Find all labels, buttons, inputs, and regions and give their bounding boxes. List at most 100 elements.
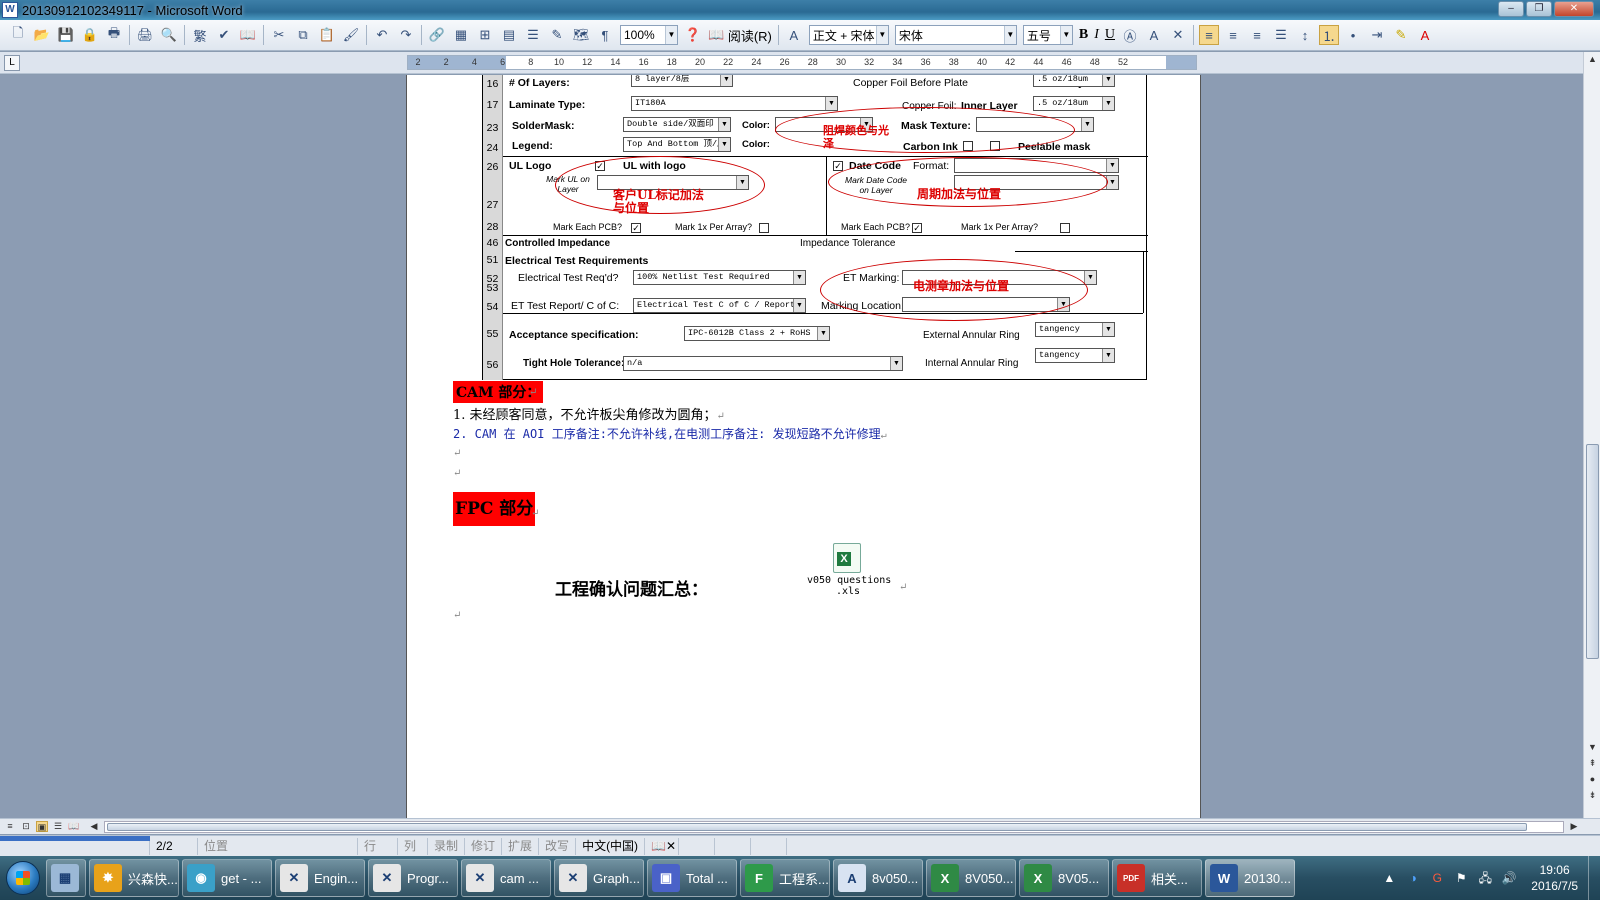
volume-icon[interactable]: 🔊 <box>1501 870 1517 886</box>
print-preview-icon[interactable]: 🖶 <box>104 25 124 45</box>
read-mode-button[interactable]: 📖 阅读(R) <box>705 24 775 46</box>
copy-icon[interactable]: ⧉ <box>293 25 313 45</box>
scroll-thumb[interactable] <box>1586 444 1599 659</box>
horizontal-ruler[interactable]: 2 2 4 6 8 10 12 14 16 18 20 22 24 26 28 30 32 34 36 38 40 42 4… <box>407 55 1197 70</box>
traditional-chinese-icon[interactable]: 繁 <box>190 25 210 45</box>
mark-each-pcb-checkbox[interactable]: ✓ <box>631 223 641 233</box>
extend-mode[interactable]: 扩展 <box>502 837 540 855</box>
bullets-icon[interactable]: • <box>1343 25 1363 45</box>
attachment-label[interactable]: v050 questions .xls <box>807 575 891 597</box>
antivirus-icon[interactable]: G <box>1429 870 1445 886</box>
mark-1x-checkbox[interactable] <box>759 223 769 233</box>
line-spacing-icon[interactable]: ↕ <box>1295 25 1315 45</box>
document-page[interactable]: 16 17 23 24 26 27 28 46 51 52 53 54 55 5… <box>406 75 1201 818</box>
columns-icon[interactable]: ☰ <box>523 25 543 45</box>
prev-page-icon[interactable]: ⇞ <box>1587 758 1598 772</box>
word-app-icon[interactable]: W <box>2 2 18 18</box>
et-required-select[interactable]: 100% Netlist Test Required ▼ <box>633 270 806 285</box>
spelling-icon[interactable]: ✔ <box>214 25 234 45</box>
styles-icon[interactable]: A <box>784 25 804 45</box>
numbering-icon[interactable]: ⒈ <box>1319 25 1339 45</box>
scroll-down-icon[interactable]: ▼ <box>1587 742 1598 756</box>
taskbar-item[interactable]: ✸ 兴森快... <box>89 859 179 897</box>
insert-table-icon[interactable]: ⊞ <box>475 25 495 45</box>
show-desktop-button[interactable] <box>1588 856 1600 900</box>
char-border-icon[interactable]: Ⓐ <box>1120 25 1140 45</box>
minimize-button[interactable]: – <box>1498 1 1524 17</box>
taskbar-item[interactable]: ✕ Graph... <box>554 859 644 897</box>
paste-icon[interactable]: 📋 <box>317 25 337 45</box>
document-map-icon[interactable]: 🗺 <box>571 25 591 45</box>
taskbar-item[interactable]: PDF 相关... <box>1112 859 1202 897</box>
next-page-icon[interactable]: ⇟ <box>1587 790 1598 804</box>
bold-button[interactable]: B <box>1076 24 1091 46</box>
indent-icon[interactable]: ⇥ <box>1367 25 1387 45</box>
language-field[interactable]: 中文(中国) <box>576 837 646 855</box>
external-annular-select[interactable]: tangency ▼ <box>1035 322 1115 337</box>
taskbar-item[interactable]: X 8V050... <box>926 859 1016 897</box>
inner-copper-select[interactable]: .5 oz/18um ▼ <box>1033 96 1115 111</box>
open-folder-icon[interactable]: 📂 <box>32 25 52 45</box>
excel-attachment-icon[interactable] <box>833 543 861 573</box>
char-shading-icon[interactable]: A <box>1144 25 1164 45</box>
date-mark-each-pcb-checkbox[interactable]: ✓ <box>912 223 922 233</box>
format-painter-icon[interactable]: 🖌 <box>341 25 361 45</box>
network-app-icon[interactable]: ◑ <box>1405 870 1421 886</box>
taskbar-item[interactable]: F 工程系... <box>740 859 830 897</box>
date-mark-1x-checkbox[interactable] <box>1060 223 1070 233</box>
tight-hole-select[interactable]: n/a ▼ <box>623 356 903 371</box>
track-changes-mode[interactable]: 修订 <box>465 837 503 855</box>
vertical-scrollbar[interactable]: ▲ ▼ ⇞ ● ⇟ <box>1583 52 1600 818</box>
insert-excel-icon[interactable]: ▤ <box>499 25 519 45</box>
save-icon[interactable]: 💾 <box>56 25 76 45</box>
permission-icon[interactable]: 🔒 <box>80 25 100 45</box>
flag-icon[interactable]: ⚑ <box>1453 870 1469 886</box>
char-scale-icon[interactable]: ✕ <box>1168 25 1188 45</box>
print-icon[interactable]: 🖨 <box>135 25 155 45</box>
italic-button[interactable]: I <box>1091 24 1102 46</box>
network-icon[interactable]: 🖧 <box>1477 870 1493 886</box>
font-color-icon[interactable]: A <box>1415 25 1435 45</box>
taskbar-item[interactable]: X 8V05... <box>1019 859 1109 897</box>
outline-view-icon[interactable]: ☰ <box>52 821 64 832</box>
tables-borders-icon[interactable]: ▦ <box>451 25 471 45</box>
tab-selector[interactable]: L <box>4 55 20 71</box>
soldermask-select[interactable]: Double side/双面印 ▼ <box>623 117 731 132</box>
justify-icon[interactable]: ☰ <box>1271 25 1291 45</box>
hscroll-thumb[interactable] <box>107 823 1527 831</box>
show-hidden-icons-icon[interactable]: ▲ <box>1381 870 1397 886</box>
font-size-select[interactable]: 五号 ▼ <box>1022 25 1073 45</box>
record-mode[interactable]: 录制 <box>428 837 466 855</box>
redo-icon[interactable]: ↷ <box>396 25 416 45</box>
show-hide-icon[interactable]: ¶ <box>595 25 615 45</box>
taskbar-item[interactable]: ◉ get - ... <box>182 859 272 897</box>
maximize-button[interactable]: ❐ <box>1526 1 1552 17</box>
page-count[interactable]: 2/2 <box>150 837 198 855</box>
align-center-icon[interactable]: ≡ <box>1223 25 1243 45</box>
zoom-select[interactable]: 100% ▼ <box>620 25 678 45</box>
new-document-icon[interactable]: 🗋 <box>8 25 28 45</box>
date-code-checkbox[interactable]: ✓ <box>833 161 843 171</box>
hyperlink-icon[interactable]: 🔗 <box>427 25 447 45</box>
highlight-icon[interactable]: ✎ <box>1391 25 1411 45</box>
et-report-select[interactable]: Electrical Test C of C / Report ▼ <box>633 298 806 313</box>
acceptance-spec-select[interactable]: IPC-6012B Class 2 + RoHS ▼ <box>684 326 830 341</box>
align-right-icon[interactable]: ≡ <box>1247 25 1267 45</box>
laminate-select[interactable]: IT180A ▼ <box>631 96 838 111</box>
align-left-icon[interactable]: ≡ <box>1199 25 1219 45</box>
legend-select[interactable]: Top And Bottom 顶/底 ▼ <box>623 137 731 152</box>
clock[interactable]: 19:06 2016/7/5 <box>1521 862 1588 894</box>
undo-icon[interactable]: ↶ <box>372 25 392 45</box>
internal-annular-select[interactable]: tangency ▼ <box>1035 348 1115 363</box>
horizontal-scrollbar[interactable] <box>104 821 1564 833</box>
outer-copper-select[interactable]: .5 oz/18um ▼ <box>1033 75 1115 87</box>
web-view-icon[interactable]: ⊡ <box>20 821 32 832</box>
start-button[interactable] <box>0 856 46 900</box>
normal-view-icon[interactable]: ≡ <box>4 821 16 832</box>
scroll-left-icon[interactable]: ◀ <box>88 821 100 832</box>
spelling-status-icon[interactable]: 📖✕ <box>645 837 680 855</box>
layers-select[interactable]: 8 layer/8层 ▼ <box>631 75 733 87</box>
help-icon[interactable]: ❓ <box>683 25 703 45</box>
scroll-right-icon[interactable]: ▶ <box>1568 821 1580 832</box>
print-layout-icon[interactable]: ▣ <box>36 821 48 832</box>
